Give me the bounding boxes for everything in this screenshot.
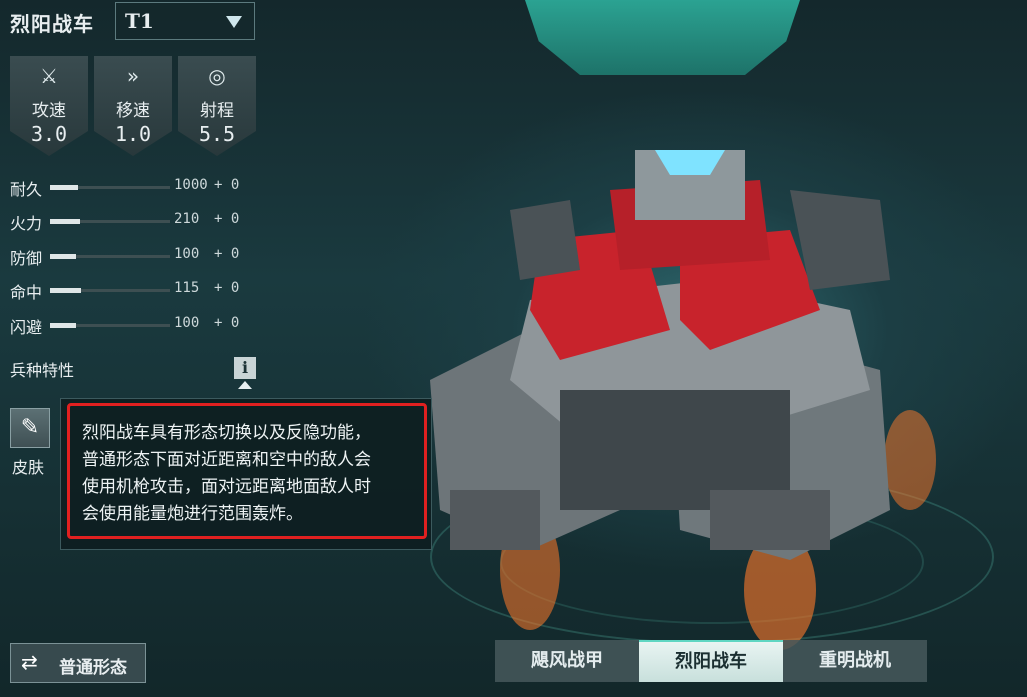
attribute-bonus: + 0 <box>214 315 240 331</box>
skin-button[interactable]: ✎ <box>10 408 50 448</box>
tab-sun-chariot[interactable]: 烈阳战车 <box>639 640 783 682</box>
attack-speed-icon: ⚔ <box>40 64 58 88</box>
attribute-bar-fill <box>50 323 76 328</box>
attribute-bar <box>50 288 170 293</box>
attribute-bar-fill <box>50 219 80 224</box>
attribute-row-evasion: 闪避 100 + 0 <box>10 314 250 337</box>
tier-dropdown[interactable]: T1 <box>115 2 255 40</box>
attribute-value: 100 <box>174 315 200 331</box>
attribute-bar <box>50 185 170 190</box>
info-button[interactable]: i <box>234 357 256 379</box>
attribute-value: 100 <box>174 246 200 262</box>
tooltip-caret <box>238 381 252 389</box>
attribute-label: 耐久 <box>10 180 43 199</box>
stat-value: 5.5 <box>198 122 236 146</box>
form-toggle-button[interactable]: ⇄ 普通形态 <box>10 643 146 683</box>
attribute-bonus: + 0 <box>214 211 240 227</box>
swap-icon: ⇄ <box>21 650 38 674</box>
stat-box-move-speed: » 移速 1.0 <box>94 56 172 156</box>
attribute-row-defense: 防御 100 + 0 <box>10 245 250 268</box>
attribute-value: 115 <box>174 280 200 296</box>
stat-label: 攻速 <box>32 101 66 121</box>
attribute-value: 1000 <box>174 177 208 193</box>
attribute-value: 210 <box>174 211 200 227</box>
stat-box-attack-speed: ⚔ 攻速 3.0 <box>10 56 88 156</box>
stat-value: 3.0 <box>30 122 68 146</box>
attribute-label: 命中 <box>10 283 43 302</box>
stat-value: 1.0 <box>114 122 152 146</box>
tab-chongming-fighter[interactable]: 重明战机 <box>783 640 927 682</box>
attribute-bonus: + 0 <box>214 177 240 193</box>
attribute-bar-fill <box>50 254 76 259</box>
tab-hurricane-armor[interactable]: 飓风战甲 <box>495 640 639 682</box>
unit-name-title: 烈阳战车 <box>10 12 94 36</box>
mech-model <box>430 150 936 650</box>
attribute-bonus: + 0 <box>214 246 240 262</box>
attribute-bonus: + 0 <box>214 280 240 296</box>
attribute-label: 防御 <box>10 249 43 268</box>
trait-label: 兵种特性 <box>10 361 75 380</box>
attribute-row-firepower: 火力 210 + 0 <box>10 210 250 233</box>
attribute-bar-fill <box>50 288 81 293</box>
skin-label: 皮肤 <box>12 458 45 477</box>
attribute-bar <box>50 254 170 259</box>
unit-tab-bar: 飓风战甲 烈阳战车 重明战机 <box>495 640 927 682</box>
attribute-row-accuracy: 命中 115 + 0 <box>10 279 250 302</box>
stat-box-range: ◎ 射程 5.5 <box>178 56 256 156</box>
attribute-bar <box>50 219 170 224</box>
brush-icon: ✎ <box>20 415 40 440</box>
trait-description: 烈阳战车具有形态切换以及反隐功能， 普通形态下面对近距离和空中的敌人会 使用机枪… <box>82 423 371 524</box>
top-glow-emitter <box>525 0 800 75</box>
form-toggle-label: 普通形态 <box>59 658 127 678</box>
tier-value: T1 <box>125 9 154 33</box>
attribute-label: 火力 <box>10 214 43 233</box>
attribute-bar <box>50 323 170 328</box>
stat-label: 移速 <box>116 101 150 121</box>
chevron-down-icon <box>226 16 242 28</box>
attribute-row-durability: 耐久 1000 + 0 <box>10 176 250 199</box>
attribute-bar-fill <box>50 185 78 190</box>
stat-label: 射程 <box>200 101 234 121</box>
range-icon: ◎ <box>208 64 226 88</box>
move-speed-icon: » <box>126 64 140 88</box>
attribute-label: 闪避 <box>10 318 43 337</box>
